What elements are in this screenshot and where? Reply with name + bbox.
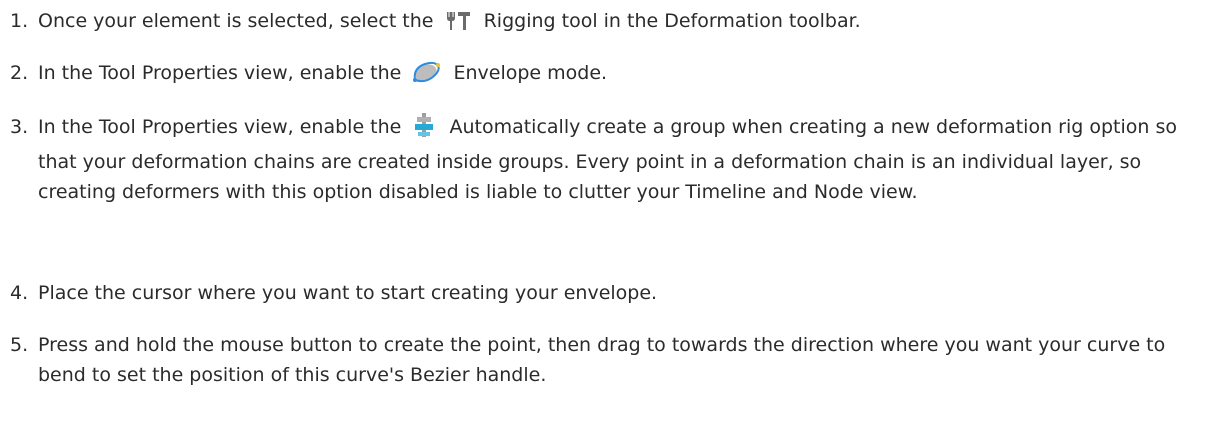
- step-text: Place the cursor where you want to start…: [38, 282, 658, 304]
- instruction-document: 1. Once your element is selected, select…: [0, 0, 1223, 437]
- step-text-before: Once your element is selected, select th…: [38, 10, 434, 32]
- step-text: In the Tool Properties view, enable the …: [38, 58, 1215, 93]
- step-text: Once your element is selected, select th…: [38, 6, 1215, 41]
- step-3: 3. In the Tool Properties view, enable t…: [0, 112, 1215, 207]
- rigging-tool-icon: [444, 10, 472, 41]
- step-5: 5. Press and hold the mouse button to cr…: [0, 330, 1215, 390]
- step-text-before: In the Tool Properties view, enable the: [38, 116, 402, 138]
- step-text: Press and hold the mouse button to creat…: [38, 334, 1166, 386]
- step-number: 3.: [10, 116, 29, 138]
- step-number: 1.: [10, 10, 29, 32]
- step-2: 2. In the Tool Properties view, enable t…: [0, 58, 1215, 93]
- step-text-before: In the Tool Properties view, enable the: [38, 62, 402, 84]
- step-4: 4. Place the cursor where you want to st…: [0, 278, 1215, 308]
- step-number: 4.: [10, 282, 29, 304]
- step-text: In the Tool Properties view, enable the …: [38, 112, 1215, 207]
- auto-group-icon: [411, 112, 437, 147]
- envelope-mode-icon: [411, 60, 441, 93]
- step-number: 2.: [10, 62, 29, 84]
- step-1: 1. Once your element is selected, select…: [0, 6, 1215, 41]
- step-text-after: Envelope mode.: [453, 62, 608, 84]
- step-text-after: Rigging tool in the Deformation toolbar.: [483, 10, 861, 32]
- step-number: 5.: [10, 334, 29, 356]
